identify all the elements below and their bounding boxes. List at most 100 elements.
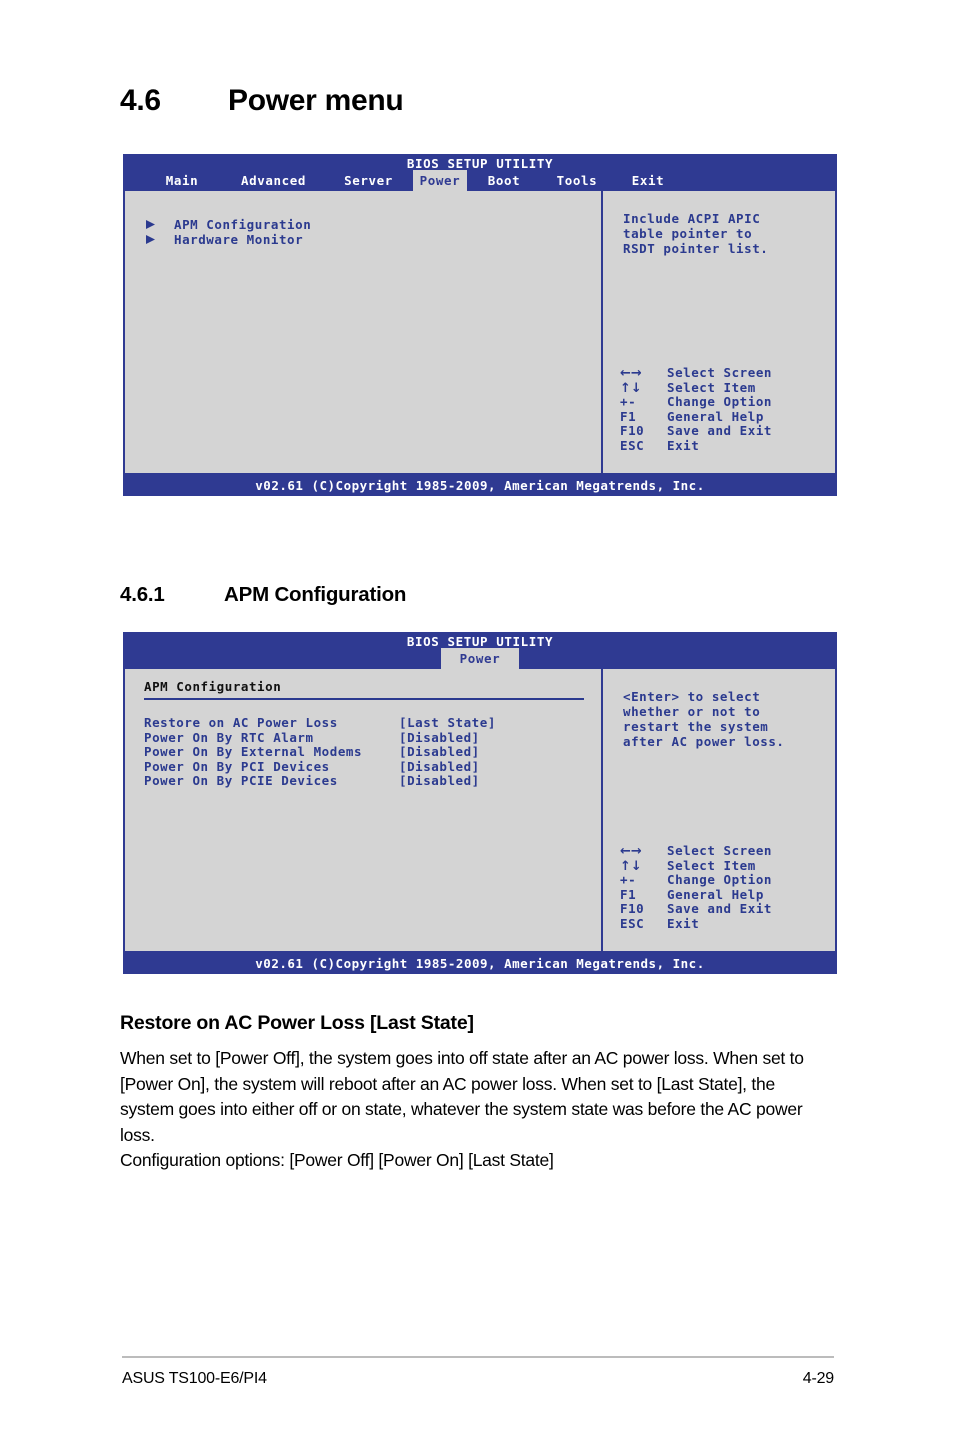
apm-option-row[interactable]: Restore on AC Power Loss [Last State] xyxy=(144,715,496,730)
bios-tab-bar[interactable]: Main Advanced Server Power Boot Tools Exit xyxy=(123,170,837,191)
footer-divider xyxy=(122,1356,834,1358)
tab-power[interactable]: Power xyxy=(441,648,519,669)
navigation-key-legend-apm: ←→ Select Screen ↑↓ Select Item +- Change Opt… xyxy=(620,843,772,931)
bios-help-panel: Include ACPI APIC table pointer to RSDT po… xyxy=(603,191,835,473)
apm-option-label: Power On By External Modems xyxy=(144,744,363,759)
apm-option-value[interactable]: [Disabled] xyxy=(399,759,480,774)
menu-item-hardware-monitor[interactable]: Hardware Monitor xyxy=(146,232,311,247)
bios-utility-title: BIOS SETUP UTILITY xyxy=(406,156,554,171)
nav-help-key: F10 xyxy=(620,901,645,916)
help-line: Include ACPI APIC xyxy=(623,211,761,226)
bios-header-bar: BIOS SETUP UTILITY Main Advanced Server Pow… xyxy=(123,154,837,191)
apm-option-value[interactable]: [Last State] xyxy=(399,715,496,730)
nav-help-action: Change Option xyxy=(667,394,772,409)
tab-label: Tools xyxy=(556,173,598,188)
apm-option-row[interactable]: Power On By PCI Devices [Disabled] xyxy=(144,759,496,774)
nav-help-key: ←→ xyxy=(620,844,642,859)
tab-label: Advanced xyxy=(240,173,306,188)
apm-option-row[interactable]: Power On By PCIE Devices [Disabled] xyxy=(144,773,496,788)
help-line: table pointer to xyxy=(623,226,753,241)
footer-page-number: 4-29 xyxy=(802,1370,834,1387)
nav-help-action: General Help xyxy=(667,886,764,902)
nav-help-action: Select Screen xyxy=(667,365,772,380)
tab-label: Server xyxy=(344,173,393,188)
bios-screenshot-apm-configuration: BIOS SETUP UTILITY Power APM Configurati… xyxy=(123,632,837,974)
nav-help-action: General Help xyxy=(667,408,764,424)
bios-main-panel-apm: APM Configuration Restore on AC Power Lo… xyxy=(125,669,601,951)
nav-help-row: ESC Exit xyxy=(620,438,772,453)
apm-option-row[interactable]: Power On By RTC Alarm [Disabled] xyxy=(144,730,496,745)
apm-panel-title: APM Configuration xyxy=(144,679,282,694)
help-line: after AC power loss. xyxy=(623,734,785,749)
apm-option-value[interactable]: [Disabled] xyxy=(399,730,480,745)
tab-tools[interactable]: Tools xyxy=(541,170,613,191)
bios-body-panel-apm: APM Configuration Restore on AC Power Lo… xyxy=(123,669,837,953)
nav-help-row: ←→ Select Screen xyxy=(620,843,772,859)
section-number: 4.6 xyxy=(120,84,161,117)
section-title: Power menu xyxy=(228,84,404,117)
nav-help-row: ↑↓ Select Item xyxy=(620,380,772,396)
nav-help-action: Select Item xyxy=(667,857,756,873)
bios-tab-bar-apm[interactable]: Power xyxy=(123,648,837,669)
nav-help-action: Exit xyxy=(667,437,700,453)
nav-help-key: F1 xyxy=(620,886,637,902)
subsection-title-text: APM Configuration xyxy=(224,583,407,606)
menu-item-label: APM Configuration xyxy=(174,217,312,232)
menu-item-apm-configuration[interactable]: APM Configuration xyxy=(146,217,311,232)
nav-help-row: +- Change Option xyxy=(620,394,772,409)
nav-help-action: Save and Exit xyxy=(667,901,772,916)
apm-option-label: Power On By PCI Devices xyxy=(144,758,330,774)
tab-exit[interactable]: Exit xyxy=(613,170,683,191)
navigation-key-legend: ←→ Select Screen ↑↓ Select Item +- Change Opt… xyxy=(620,365,772,453)
help-line: whether or not to xyxy=(623,704,761,719)
tab-label: Power xyxy=(419,173,461,188)
nav-help-row: F10 Save and Exit xyxy=(620,901,772,916)
nav-help-key: ESC xyxy=(620,437,645,453)
nav-help-action: Save and Exit xyxy=(667,423,772,438)
page-title: 4.6 Power menu xyxy=(120,84,404,118)
tab-label: Boot xyxy=(487,173,521,188)
apm-option-label: Power On By RTC Alarm xyxy=(144,729,314,745)
subsection-number: 4.6.1 xyxy=(120,583,165,606)
tab-server[interactable]: Server xyxy=(324,170,413,191)
prose-config-options: Configuration options: [Power Off] [Powe… xyxy=(120,1150,554,1170)
triangle-right-icon xyxy=(146,235,155,244)
bios-copyright-footer-apm: v02.61 (C)Copyright 1985-2009, American … xyxy=(123,953,837,974)
nav-help-action: Exit xyxy=(667,915,700,931)
apm-option-row[interactable]: Power On By External Modems [Disabled] xyxy=(144,744,496,759)
nav-help-row: ↑↓ Select Item xyxy=(620,857,772,874)
nav-help-action: Select Screen xyxy=(667,843,772,858)
nav-help-key: ←→ xyxy=(620,366,642,381)
bios-copyright-footer: v02.61 (C)Copyright 1985-2009, American … xyxy=(123,475,837,496)
bios-utility-title-apm: BIOS SETUP UTILITY xyxy=(406,634,554,649)
nav-help-key: +- xyxy=(620,394,637,409)
bios-menu-list[interactable]: APM Configuration Hardware Monitor xyxy=(146,217,311,247)
apm-option-label: Restore on AC Power Loss xyxy=(144,715,338,730)
apm-option-value[interactable]: [Disabled] xyxy=(399,744,480,759)
nav-help-key: F1 xyxy=(620,408,637,424)
tab-boot[interactable]: Boot xyxy=(467,170,541,191)
menu-item-label: Hardware Monitor xyxy=(174,232,304,247)
nav-help-key: +- xyxy=(620,872,637,887)
prose-heading: Restore on AC Power Loss [Last State] xyxy=(120,1012,474,1034)
nav-help-key: ESC xyxy=(620,915,645,931)
tab-power[interactable]: Power xyxy=(413,170,467,191)
nav-help-row: ←→ Select Screen xyxy=(620,365,772,381)
apm-options-list[interactable]: Restore on AC Power Loss [Last State] Powe… xyxy=(144,715,496,788)
tab-main[interactable]: Main xyxy=(141,170,223,191)
bios-help-panel-apm: <Enter> to select whether or not to restar… xyxy=(603,669,835,951)
tab-bar-leading-space xyxy=(123,170,141,191)
bios-body-panel: APM Configuration Hardware Monitor Includ… xyxy=(123,191,837,475)
help-line: <Enter> to select xyxy=(623,689,761,704)
apm-option-label: Power On By PCIE Devices xyxy=(144,773,338,788)
tab-advanced[interactable]: Advanced xyxy=(223,170,324,191)
tab-label: Exit xyxy=(631,173,665,188)
triangle-right-icon xyxy=(146,220,155,229)
help-description-text-apm: <Enter> to select whether or not to restar… xyxy=(623,689,785,749)
subsection-title: 4.6.1 APM Configuration xyxy=(120,583,406,607)
nav-help-row: F1 General Help xyxy=(620,409,772,424)
bios-main-panel: APM Configuration Hardware Monitor xyxy=(125,191,601,473)
apm-option-value[interactable]: [Disabled] xyxy=(399,773,480,788)
nav-help-key: F10 xyxy=(620,423,645,438)
apm-title-underline xyxy=(144,698,584,700)
